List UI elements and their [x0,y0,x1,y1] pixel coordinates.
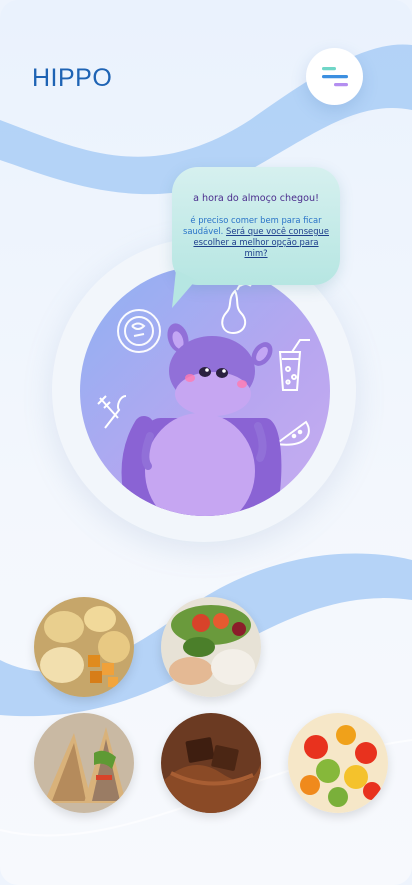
speech-bubble: a hora do almoço chegou! é preciso comer… [172,167,340,285]
fruit-salad-image [288,713,388,813]
menu-lines-icon [321,66,348,86]
sandwich-image [34,713,134,813]
pear-icon [221,282,252,335]
chocolate-image [161,713,261,813]
app-title: HIPPO [32,64,113,92]
food-option-snacks[interactable] [34,597,134,697]
bubble-tail [172,270,196,308]
screen: HIPPO a hora do almoço chegou! é preciso… [0,0,412,885]
mascot-scene [97,282,310,516]
food-option-sandwich[interactable] [34,713,134,813]
food-option-chocolate[interactable] [161,713,261,813]
mascot-circle [80,266,330,516]
watermelon-icon [273,420,310,446]
bubble-title: a hora do almoço chegou! [193,193,319,204]
salad-chicken-image [161,597,261,697]
drink-icon [278,339,310,391]
plate-icon [117,309,161,353]
food-option-fruit-salad[interactable] [288,713,388,813]
cutlery-icon [97,395,127,429]
snacks-chips-image [34,597,134,697]
food-option-salad[interactable] [161,597,261,697]
bubble-body: é preciso comer bem para ficar saudável.… [182,215,330,259]
menu-button[interactable] [306,48,363,105]
